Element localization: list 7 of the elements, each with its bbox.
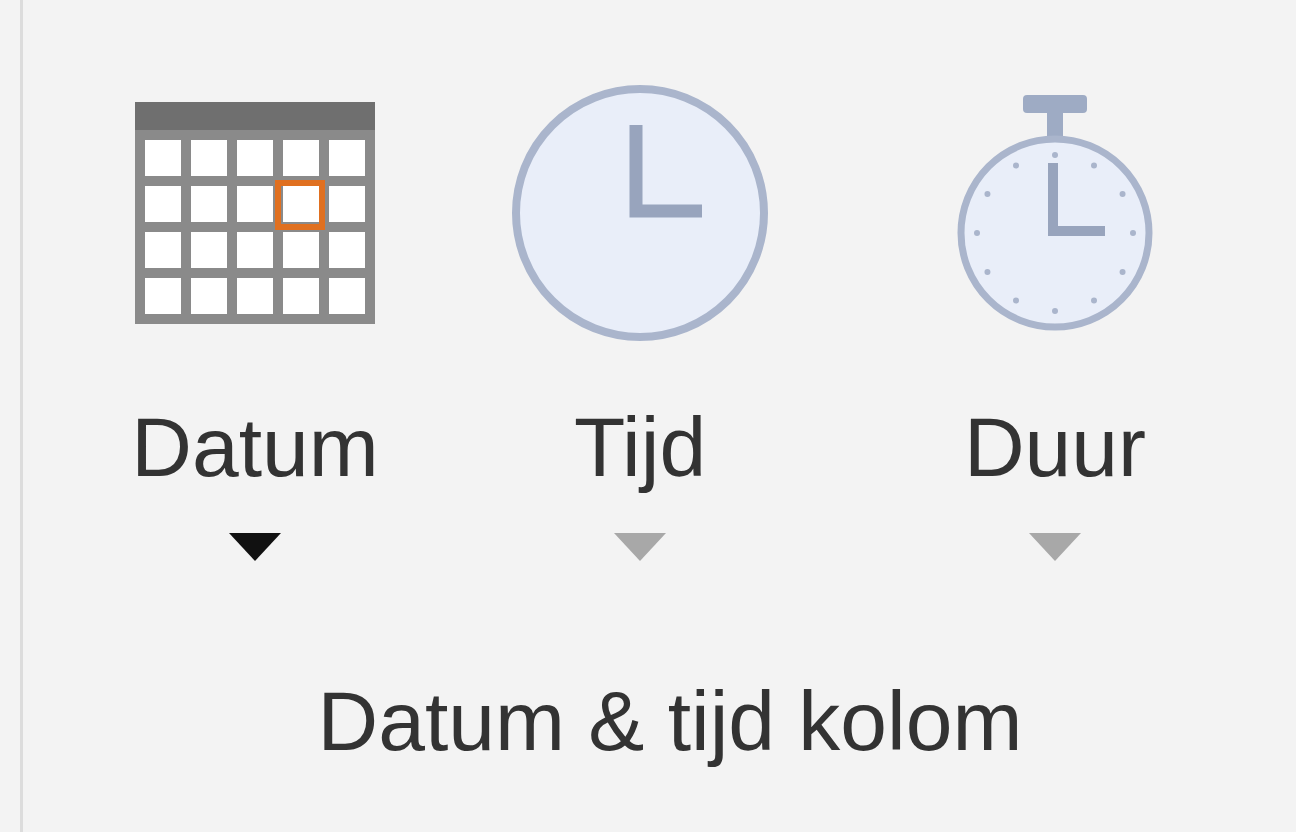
calendar-icon [135,101,375,324]
caret-icon [614,533,666,561]
caret-icon [229,533,281,561]
clock-icon [510,82,770,343]
stopwatch-icon [955,92,1155,333]
ribbon-button[interactable]: Datum [80,80,430,561]
caret-icon [1029,533,1081,561]
